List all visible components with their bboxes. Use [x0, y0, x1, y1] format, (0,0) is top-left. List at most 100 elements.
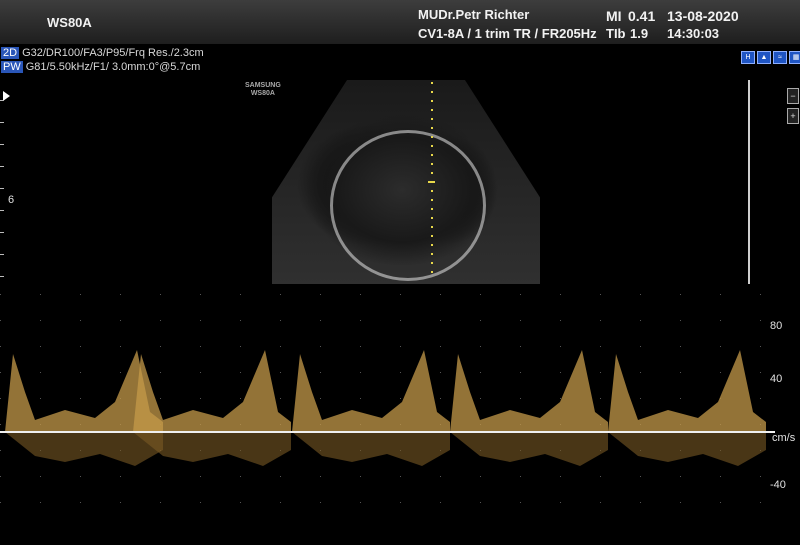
cursor-dot [428, 181, 435, 183]
grid-dot [760, 398, 761, 399]
grid-dot [360, 346, 361, 347]
grid-dot [40, 372, 41, 373]
grid-dot [400, 294, 401, 295]
grid-dot [0, 424, 1, 425]
model-label: WS80A [47, 15, 92, 30]
grid-dot [560, 320, 561, 321]
grid-dot [80, 502, 81, 503]
cursor-dot [431, 172, 433, 174]
chart-icon[interactable]: ≈ [773, 51, 787, 64]
probe-icon[interactable]: ▲ [757, 51, 771, 64]
doppler-beat-forward [450, 350, 608, 432]
grid-dot [760, 320, 761, 321]
grid-dot [560, 476, 561, 477]
grid-dot [560, 294, 561, 295]
har-icon[interactable]: H [741, 51, 755, 64]
doppler-beat-forward [608, 350, 766, 432]
grid-dot [400, 346, 401, 347]
param-line-2d: 2D G32/DR100/FA3/P95/Frq Res./2.3cm [1, 47, 204, 59]
grid-dot [720, 502, 721, 503]
grid-dot [520, 320, 521, 321]
grid-dot [320, 502, 321, 503]
grid-dot [320, 372, 321, 373]
grid-dot [600, 502, 601, 503]
cursor-dot [431, 262, 433, 264]
grid-dot [120, 346, 121, 347]
cursor-dot [431, 109, 433, 111]
param-line-pw: PW G81/5.50kHz/F1/ 3.0mm:0°@5.7cm [1, 61, 200, 73]
grid-dot [200, 294, 201, 295]
image-scale-bar [748, 80, 750, 284]
toolbar-icons: H ▲ ≈ ▦ [741, 51, 800, 64]
grid-dot [640, 320, 641, 321]
grid-dot [120, 320, 121, 321]
grid-dot [240, 398, 241, 399]
zoom-out-icon[interactable]: − [787, 88, 799, 104]
zoom-in-icon[interactable]: + [787, 108, 799, 124]
grid-dot [440, 346, 441, 347]
grid-dot [720, 294, 721, 295]
cursor-dot [431, 100, 433, 102]
mi-value: 0.41 [628, 8, 656, 24]
grid-dot [120, 372, 121, 373]
cursor-dot [431, 127, 433, 129]
grid-dot [280, 294, 281, 295]
grid-dot [720, 320, 721, 321]
grid-dot [160, 502, 161, 503]
grid-dot [40, 320, 41, 321]
grid-dot [640, 372, 641, 373]
grid-dot [680, 372, 681, 373]
grid-dot [640, 398, 641, 399]
grid-dot [440, 502, 441, 503]
grid-dot [120, 502, 121, 503]
grid-dot [200, 476, 201, 477]
grid-dot [80, 398, 81, 399]
grid-dot [480, 372, 481, 373]
grid-dot [720, 476, 721, 477]
grid-dot [600, 372, 601, 373]
grid-dot [0, 398, 1, 399]
mode-2d-tag[interactable]: 2D [1, 47, 20, 59]
grid-dot [280, 398, 281, 399]
grid-dot [200, 372, 201, 373]
depth-tick [0, 254, 4, 255]
grid-dot [440, 476, 441, 477]
physician-name: MUDr.Petr Richter [418, 7, 530, 22]
grid-dot [240, 320, 241, 321]
grid-dot [480, 398, 481, 399]
mode-pw-tag[interactable]: PW [1, 61, 23, 73]
grid-dot [440, 320, 441, 321]
depth-tick [0, 122, 4, 123]
grid-dot [320, 294, 321, 295]
grid-dot [160, 294, 161, 295]
grid-dot [240, 476, 241, 477]
cursor-dot [431, 82, 433, 84]
depth-tick [0, 166, 4, 167]
grid-dot [600, 320, 601, 321]
grid-dot [640, 346, 641, 347]
grid-dot [600, 294, 601, 295]
doppler-beat-forward [292, 350, 450, 432]
grid-dot [280, 320, 281, 321]
velocity-label-neg40: -40 [770, 479, 786, 491]
grid-dot [80, 372, 81, 373]
grid-dot [40, 346, 41, 347]
doppler-beat-forward [133, 350, 291, 432]
grid-dot [240, 372, 241, 373]
grid-dot [440, 398, 441, 399]
grid-dot [240, 294, 241, 295]
grid-dot [160, 372, 161, 373]
grid-dot [440, 372, 441, 373]
grid-dot [200, 346, 201, 347]
grid-dot [120, 476, 121, 477]
grid-dot [400, 476, 401, 477]
grid-dot [760, 294, 761, 295]
zoom-controls: − + [787, 88, 799, 148]
cursor-dot [431, 244, 433, 246]
grid-dot [160, 398, 161, 399]
grid-icon[interactable]: ▦ [789, 51, 800, 64]
grid-dot [720, 372, 721, 373]
doppler-beat-reverse [5, 432, 163, 466]
grid-dot [560, 346, 561, 347]
param-2d-text: G32/DR100/FA3/P95/Frq Res./2.3cm [22, 47, 204, 59]
